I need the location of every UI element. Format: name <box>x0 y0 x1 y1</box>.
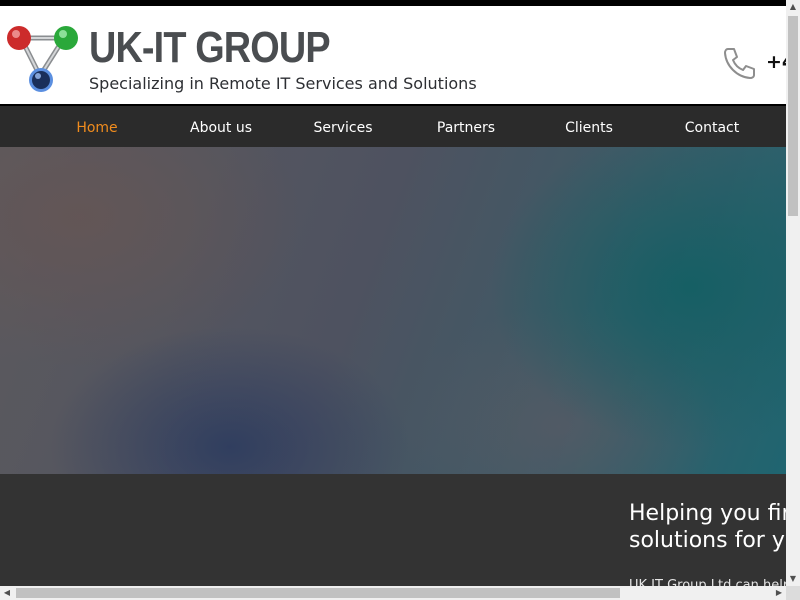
scroll-up-arrow-icon[interactable]: ▲ <box>786 0 800 14</box>
scroll-right-arrow-icon[interactable]: ▶ <box>772 586 786 600</box>
site-header: UK-IT GROUP Specializing in Remote IT Se… <box>0 6 786 104</box>
main-navigation: Home About us Services Partners Clients … <box>0 106 786 147</box>
phone-icon <box>724 48 755 79</box>
content-section: Helping you fin solutions for yo UK IT G… <box>0 474 786 586</box>
scroll-down-arrow-icon[interactable]: ▼ <box>786 572 800 586</box>
scrollbar-horizontal-thumb[interactable] <box>16 588 620 598</box>
scrollbar-vertical[interactable]: ▲ ▼ <box>786 0 800 586</box>
content-heading-line1: Helping you fin <box>629 501 786 526</box>
nav-item-home[interactable]: Home <box>76 106 117 147</box>
hero-banner <box>0 147 786 474</box>
brand-tagline: Specializing in Remote IT Services and S… <box>89 74 477 93</box>
molecule-logo-icon[interactable] <box>4 24 80 96</box>
scroll-left-arrow-icon[interactable]: ◀ <box>0 586 14 600</box>
scrollbar-vertical-thumb[interactable] <box>788 16 798 216</box>
content-heading: Helping you fin solutions for yo <box>629 500 786 554</box>
nav-item-about-us[interactable]: About us <box>190 106 252 147</box>
content-body-text: UK IT Group Ltd can help <box>629 578 786 586</box>
brand-title[interactable]: UK-IT GROUP <box>89 26 331 70</box>
scrollbar-horizontal[interactable]: ◀ ▶ <box>0 586 786 600</box>
nav-item-contact[interactable]: Contact <box>685 106 739 147</box>
nav-item-clients[interactable]: Clients <box>565 106 613 147</box>
nav-item-services[interactable]: Services <box>313 106 372 147</box>
phone-number[interactable]: +4 <box>766 51 786 73</box>
nav-item-partners[interactable]: Partners <box>437 106 495 147</box>
content-heading-line2: solutions for yo <box>629 528 786 553</box>
scrollbar-corner <box>786 586 800 600</box>
